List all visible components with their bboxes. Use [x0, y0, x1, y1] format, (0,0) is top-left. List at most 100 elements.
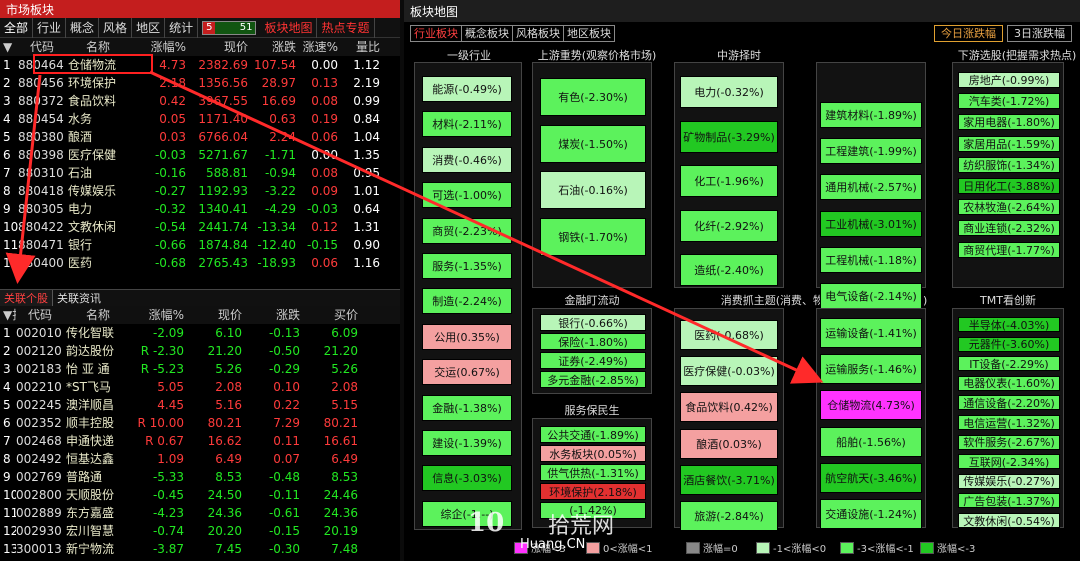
- sector-cell[interactable]: 供气供热(-1.31%): [540, 464, 646, 481]
- sector-cell[interactable]: 建设(-1.39%): [422, 430, 512, 456]
- table-row[interactable]: 2 002120 韵达股份 R -2.30 21.20 -0.50 21.20: [0, 342, 400, 360]
- sector-cell[interactable]: 水务板块(0.05%): [540, 445, 646, 462]
- sector-cell[interactable]: 工程机械(-1.18%): [820, 246, 922, 273]
- tab-concept[interactable]: 概念: [66, 17, 100, 38]
- sector-cell[interactable]: 医疗保健(-0.03%): [680, 356, 778, 387]
- table-row[interactable]: 6 880398 医疗保健 -0.03 5271.67 -1.71 0.00 1.35: [0, 146, 400, 164]
- sector-cell[interactable]: 环境保护(2.18%): [540, 483, 646, 500]
- sector-cell[interactable]: 能源(-0.49%): [422, 76, 512, 102]
- sector-cell[interactable]: 酒店餐饮(-3.71%): [680, 464, 778, 495]
- sector-cell[interactable]: 钢铁(-1.70%): [540, 217, 646, 256]
- sector-cell[interactable]: 化工(-1.96%): [680, 165, 778, 197]
- sector-cell[interactable]: 家居用品(-1.59%): [958, 135, 1060, 152]
- col-change[interactable]: 涨跌: [244, 306, 302, 324]
- sector-cell[interactable]: 通信设备(-2.20%): [958, 395, 1060, 411]
- table-row[interactable]: 4 880454 水务 0.05 1171.40 0.63 0.19 0.84: [0, 110, 400, 128]
- tab-style-sectors[interactable]: 风格板块: [512, 25, 564, 42]
- table-row[interactable]: 10 880422 文教休闲 -0.54 2441.74 -13.34 0.12 1.31: [0, 218, 400, 236]
- sector-cell[interactable]: 商贸(-2.23%): [422, 217, 512, 244]
- sector-cell[interactable]: 医药(-0.68%): [680, 320, 778, 350]
- sector-cell[interactable]: 证券(-2.49%): [540, 352, 646, 369]
- col-volume-ratio[interactable]: 量比: [340, 38, 382, 56]
- sector-cell[interactable]: 仓储物流(4.73%): [820, 390, 922, 421]
- table-row[interactable]: 3 880372 食品饮料 0.42 3967.55 16.69 0.08 0.99: [0, 92, 400, 110]
- tab-hot-topics[interactable]: 热点专题: [317, 17, 375, 38]
- table-row[interactable]: 7 880310 石油 -0.16 588.81 -0.94 0.08 0.95: [0, 164, 400, 182]
- 3day-change-button[interactable]: 3日涨跌幅: [1007, 25, 1072, 42]
- tab-region[interactable]: 地区: [132, 17, 166, 38]
- sector-cell[interactable]: 家用电器(-1.80%): [958, 114, 1060, 131]
- sector-cell[interactable]: 房地产(-0.99%): [958, 72, 1060, 88]
- sector-cell[interactable]: 互联网(-2.34%): [958, 454, 1060, 470]
- col-name[interactable]: 名称: [66, 306, 132, 324]
- table-row[interactable]: 2 880456 环境保护 2.18 1356.56 28.97 0.13 2.19: [0, 74, 400, 92]
- table-row[interactable]: 9 002769 普路通 -5.33 8.53 -0.48 8.53: [0, 468, 400, 486]
- table-row[interactable]: 9 880305 电力 -0.32 1340.41 -4.29 -0.03 0.64: [0, 200, 400, 218]
- table-row[interactable]: 12 880400 医药 -0.68 2765.43 -18.93 0.06 1.16: [0, 254, 400, 272]
- sector-cell[interactable]: 信息(-3.03%): [422, 465, 512, 492]
- sector-cell[interactable]: 汽车类(-1.72%): [958, 93, 1060, 110]
- sector-cell[interactable]: 船舶(-1.56%): [820, 426, 922, 457]
- sector-cell[interactable]: 食品饮料(0.42%): [680, 392, 778, 423]
- sector-cell[interactable]: 运输服务(-1.46%): [820, 354, 922, 385]
- table-row[interactable]: 5 002245 澳洋顺昌 4.45 5.16 0.22 5.15: [0, 396, 400, 414]
- col-price[interactable]: 现价: [188, 38, 250, 56]
- sector-cell[interactable]: 消费(-0.46%): [422, 146, 512, 173]
- sector-cell[interactable]: 工程建筑(-1.99%): [820, 138, 922, 165]
- sector-cell[interactable]: 商贸代理(-1.77%): [958, 241, 1060, 258]
- tab-related-news[interactable]: 关联资讯: [53, 290, 105, 306]
- tab-region-sectors[interactable]: 地区板块: [563, 25, 615, 42]
- sector-cell[interactable]: 交运(0.67%): [422, 359, 512, 386]
- sector-cell[interactable]: 电信运营(-1.32%): [958, 415, 1060, 430]
- sector-cell[interactable]: 工业机械(-3.01%): [820, 210, 922, 237]
- col-index[interactable]: ▼指: [0, 306, 16, 324]
- sector-cell[interactable]: 通用机械(-2.57%): [820, 174, 922, 201]
- sector-cell[interactable]: 商业连锁(-2.32%): [958, 220, 1060, 237]
- sector-cell[interactable]: 半导体(-4.03%): [958, 317, 1060, 332]
- sector-cell[interactable]: 煤炭(-1.50%): [540, 124, 646, 163]
- sector-cell[interactable]: 航空航天(-3.46%): [820, 462, 922, 493]
- sector-cell[interactable]: 化纤(-2.92%): [680, 209, 778, 242]
- tab-concept-sectors[interactable]: 概念板块: [461, 25, 513, 42]
- table-row[interactable]: 11 880471 银行 -0.66 1874.84 -12.40 -0.15 0.90: [0, 236, 400, 254]
- table-row[interactable]: 8 880418 传媒娱乐 -0.27 1192.93 -3.22 0.09 1.01: [0, 182, 400, 200]
- sector-cell[interactable]: 日用化工(-3.88%): [958, 178, 1060, 194]
- sector-cell[interactable]: 传媒娱乐(-0.27%): [958, 473, 1060, 489]
- table-row[interactable]: 4 002210 *ST飞马 5.05 2.08 0.10 2.08: [0, 378, 400, 396]
- col-change[interactable]: 涨跌: [250, 38, 298, 56]
- tab-related-stocks[interactable]: 关联个股: [0, 290, 53, 306]
- sector-cell[interactable]: 元器件(-3.60%): [958, 336, 1060, 352]
- sector-cell[interactable]: 矿物制品(-3.29%): [680, 120, 778, 153]
- sector-cell[interactable]: 电气设备(-2.14%): [820, 283, 922, 309]
- sector-cell[interactable]: 建筑材料(-1.89%): [820, 102, 922, 128]
- table-row[interactable]: 5 880380 酿酒 0.03 6766.04 2.24 0.06 1.04: [0, 128, 400, 146]
- tab-industry-sectors[interactable]: 行业板块: [410, 25, 462, 42]
- tab-industry[interactable]: 行业: [33, 17, 67, 38]
- table-row[interactable]: 12 002930 宏川智慧 -0.74 20.20 -0.15 20.19: [0, 522, 400, 540]
- table-row[interactable]: 7 002468 申通快递 R 0.67 16.62 0.11 16.61: [0, 432, 400, 450]
- sector-cell[interactable]: 保险(-1.80%): [540, 333, 646, 350]
- sector-cell[interactable]: 有色(-2.30%): [540, 78, 646, 116]
- sector-cell[interactable]: 运输设备(-1.41%): [820, 318, 922, 348]
- table-row[interactable]: 3 002183 怡 亚 通 R -5.23 5.26 -0.29 5.26: [0, 360, 400, 378]
- table-row[interactable]: 6 002352 顺丰控股 R 10.00 80.21 7.29 80.21: [0, 414, 400, 432]
- col-code[interactable]: 代码: [16, 306, 66, 324]
- sector-cell[interactable]: 旅游(-2.84%): [680, 501, 778, 531]
- tab-all[interactable]: 全部: [0, 17, 34, 38]
- sector-cell[interactable]: 广告包装(-1.37%): [958, 493, 1060, 509]
- sector-cell[interactable]: 可选(-1.00%): [422, 182, 512, 209]
- sector-cell[interactable]: 多元金融(-2.85%): [540, 371, 646, 388]
- sector-cell[interactable]: 农林牧渔(-2.64%): [958, 199, 1060, 216]
- sector-cell[interactable]: 服务(-1.35%): [422, 253, 512, 279]
- sector-cell[interactable]: 酿酒(0.03%): [680, 428, 778, 459]
- col-price[interactable]: 现价: [186, 306, 244, 324]
- sector-cell[interactable]: 石油(-0.16%): [540, 171, 646, 209]
- sector-cell[interactable]: 电力(-0.32%): [680, 76, 778, 108]
- sector-cell[interactable]: 银行(-0.66%): [540, 314, 646, 331]
- sector-cell[interactable]: 金融(-1.38%): [422, 394, 512, 421]
- tab-style[interactable]: 风格: [99, 17, 133, 38]
- col-bid[interactable]: 买价: [302, 306, 360, 324]
- sort-icon[interactable]: ▼: [0, 38, 18, 56]
- sector-cell[interactable]: 软件服务(-2.67%): [958, 434, 1060, 450]
- sector-cell[interactable]: 材料(-2.11%): [422, 111, 512, 138]
